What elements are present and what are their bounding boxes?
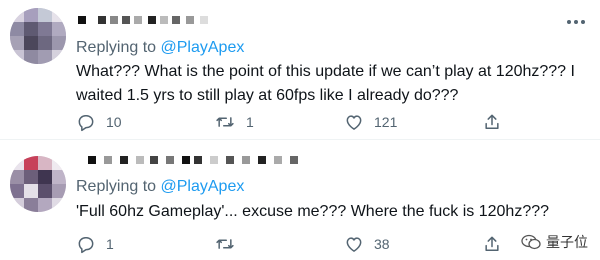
tweet-text: What??? What is the point of this update… <box>76 63 575 104</box>
replying-to-label: Replying to <box>76 39 161 56</box>
like-count: 121 <box>374 114 398 130</box>
reply-count: 10 <box>106 114 122 130</box>
tweet[interactable]: Replying to @PlayApex 'Full 60hz Gamepla… <box>0 140 600 260</box>
replying-to-handle-link[interactable]: @PlayApex <box>161 178 245 195</box>
like-icon <box>346 237 362 252</box>
avatar[interactable] <box>10 8 66 64</box>
pixelated-avatar-image <box>10 156 66 212</box>
tweet-text: 'Full 60hz Gameplay'... excuse me??? Whe… <box>76 203 550 220</box>
wechat-icon <box>521 234 541 250</box>
like-button[interactable]: 121 <box>344 110 397 134</box>
like-icon <box>346 115 362 130</box>
pixelated-name-image <box>78 16 208 24</box>
redacted-username[interactable] <box>76 150 306 170</box>
share-button[interactable] <box>482 110 502 134</box>
reply-count: 1 <box>106 236 114 252</box>
retweet-icon <box>216 239 234 249</box>
replying-to-line: Replying to @PlayApex <box>76 39 244 57</box>
replying-to-handle-link[interactable]: @PlayApex <box>161 39 245 56</box>
avatar[interactable] <box>10 156 66 212</box>
share-icon <box>485 114 499 129</box>
share-icon <box>485 236 499 251</box>
reply-icon <box>78 115 94 132</box>
replying-to-label: Replying to <box>76 178 161 195</box>
more-options-button[interactable] <box>562 8 590 36</box>
share-button[interactable] <box>482 232 502 256</box>
pixelated-avatar-image <box>10 8 66 64</box>
reply-icon <box>78 237 94 254</box>
tweet-actions: 1 38 <box>76 232 596 256</box>
more-dots-icon <box>567 20 585 24</box>
reply-button[interactable]: 1 <box>76 232 114 256</box>
watermark: 量子位 <box>521 232 588 252</box>
tweet[interactable]: Replying to @PlayApex What??? What is th… <box>0 0 600 140</box>
reply-button[interactable]: 10 <box>76 110 122 134</box>
retweet-button[interactable] <box>214 232 246 256</box>
pixelated-name-image <box>88 156 298 164</box>
retweet-icon <box>216 117 234 127</box>
retweet-count: 1 <box>246 114 254 130</box>
like-count: 38 <box>374 236 390 252</box>
redacted-username[interactable] <box>76 10 226 30</box>
like-button[interactable]: 38 <box>344 232 390 256</box>
retweet-button[interactable]: 1 <box>214 110 254 134</box>
watermark-text: 量子位 <box>546 234 588 250</box>
replying-to-line: Replying to @PlayApex <box>76 178 244 196</box>
tweet-actions: 10 1 121 <box>76 110 596 134</box>
